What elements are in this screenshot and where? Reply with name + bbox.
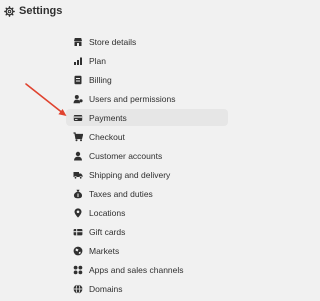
tax-bag-icon [73, 189, 83, 199]
nav-item-store-details[interactable]: Store details [66, 33, 228, 50]
settings-nav: Store details Plan Billing Users and per… [66, 31, 228, 301]
nav-item-customer-accounts[interactable]: Customer accounts [66, 147, 228, 164]
nav-item-markets[interactable]: Markets [66, 242, 228, 259]
location-pin-icon [73, 207, 83, 218]
billing-receipt-icon [73, 75, 83, 85]
nav-label: Plan [89, 55, 107, 66]
nav-item-locations[interactable]: Locations [66, 204, 228, 221]
nav-item-apps-and-sales-channels[interactable]: Apps and sales channels [66, 261, 228, 278]
nav-label: Markets [89, 245, 120, 256]
nav-item-checkout[interactable]: Checkout [66, 128, 228, 145]
settings-header: Settings [0, 0, 247, 22]
nav-label: Payments [89, 112, 127, 123]
nav-item-plan[interactable]: Plan [66, 52, 228, 69]
page-title: Settings [19, 5, 63, 17]
nav-item-gift-cards[interactable]: Gift cards [66, 223, 228, 240]
nav-label: Apps and sales channels [89, 264, 184, 275]
nav-item-shipping-and-delivery[interactable]: Shipping and delivery [66, 166, 228, 183]
gift-card-icon [73, 227, 83, 237]
nav-label: Billing [89, 74, 112, 85]
nav-item-payments[interactable]: Payments [66, 109, 228, 126]
domains-globe-icon [73, 283, 83, 294]
cart-icon [73, 131, 83, 142]
truck-icon [73, 170, 83, 180]
nav-label: Shipping and delivery [89, 169, 171, 180]
nav-item-taxes-and-duties[interactable]: Taxes and duties [66, 185, 228, 202]
plan-chart-icon [73, 56, 83, 66]
gear-icon [4, 6, 15, 17]
person-icon [73, 151, 83, 161]
markets-globe-icon [73, 246, 83, 256]
apps-icon [73, 265, 83, 275]
nav-label: Customer accounts [89, 150, 163, 161]
store-icon [73, 37, 83, 47]
nav-label: Domains [89, 283, 123, 294]
nav-item-billing[interactable]: Billing [66, 71, 228, 88]
nav-label: Gift cards [89, 226, 126, 237]
payments-icon [73, 113, 83, 123]
nav-label: Store details [89, 36, 137, 47]
users-icon [73, 94, 83, 104]
nav-label: Users and permissions [89, 93, 176, 104]
nav-label: Checkout [89, 131, 125, 142]
nav-item-users-and-permissions[interactable]: Users and permissions [66, 90, 228, 107]
nav-label: Locations [89, 207, 126, 218]
nav-item-domains[interactable]: Domains [66, 280, 228, 297]
nav-label: Taxes and duties [89, 188, 153, 199]
